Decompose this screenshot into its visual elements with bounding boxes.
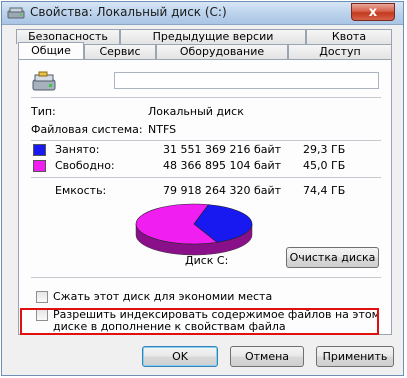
drive-icon [7,7,25,19]
tab-strip: Безопасность Предыдущие версии Квота Общ… [2,27,403,61]
tab-previous-versions[interactable]: Предыдущие версии [120,29,306,44]
drive-large-icon [32,71,56,91]
separator [31,277,381,278]
filesystem-value: NTFS [148,123,177,136]
window-title: Свойства: Локальный диск (C:) [30,5,227,19]
free-bytes: 48 366 895 104 байт [163,159,282,172]
tab-service[interactable]: Сервис [84,44,156,59]
tab-hardware[interactable]: Оборудование [156,44,288,59]
free-label: Свободно: [55,159,115,172]
apply-button[interactable]: Применить [316,346,394,367]
ok-button[interactable]: OK [142,346,218,367]
separator [31,97,381,98]
tab-sharing[interactable]: Доступ [288,44,392,59]
general-tab-panel: Тип: Локальный диск Файловая система: NT… [18,59,392,335]
capacity-bytes: 79 918 264 320 байт [163,184,282,197]
close-button[interactable]: x [351,3,395,21]
drive-name-input[interactable] [114,72,379,89]
filesystem-label: Файловая система: [31,123,143,136]
disk-usage-pie [135,203,253,256]
index-option-highlight [20,308,379,335]
capacity-gb: 74,4 ГБ [303,184,346,197]
disk-cleanup-button[interactable]: Очистка диска [286,247,379,268]
separator [31,140,381,141]
title-bar: Свойства: Локальный диск (C:) x [2,2,403,25]
tab-general[interactable]: Общие [18,42,84,59]
used-label: Занято: [55,143,100,156]
used-space-swatch [33,144,46,156]
free-space-swatch [33,160,46,172]
used-bytes: 31 551 369 216 байт [163,143,282,156]
capacity-label: Емкость: [55,184,107,197]
type-label: Тип: [31,105,56,118]
separator [31,177,381,178]
used-gb: 29,3 ГБ [303,143,346,156]
tab-quota[interactable]: Квота [306,29,392,44]
compress-checkbox[interactable] [36,291,48,303]
cancel-button[interactable]: Отмена [230,346,304,367]
properties-window: Свойства: Локальный диск (C:) x Безопасн… [1,1,404,376]
compress-label: Сжать этот диск для экономии места [53,290,273,303]
disk-label: Диск C: [185,254,229,267]
free-gb: 45,0 ГБ [303,159,346,172]
type-value: Локальный диск [148,105,244,118]
